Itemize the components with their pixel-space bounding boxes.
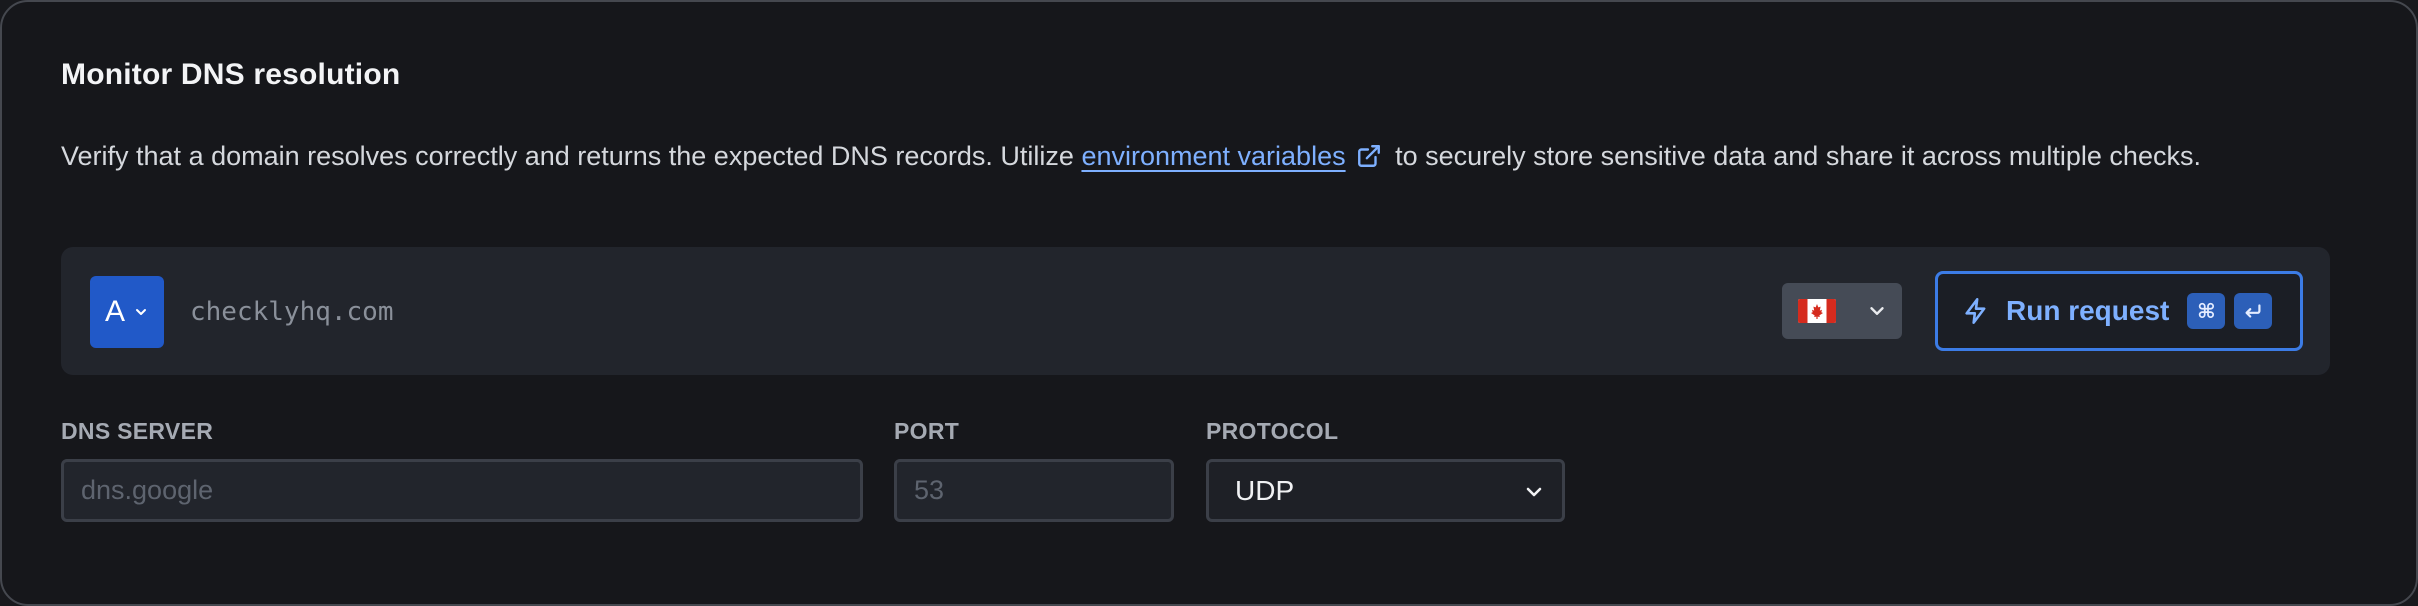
record-type-value: A — [104, 295, 125, 328]
card-title: Monitor DNS resolution — [61, 58, 401, 91]
card-description: Verify that a domain resolves correctly … — [61, 136, 2361, 176]
description-text-start: Verify that a domain resolves correctly … — [61, 141, 1082, 171]
protocol-select[interactable]: UDP — [1206, 459, 1565, 522]
chevron-down-icon — [136, 309, 146, 315]
chevron-down-icon — [1526, 487, 1542, 497]
dns-monitor-card: Monitor DNS resolution Verify that a dom… — [0, 0, 2418, 606]
dns-server-input[interactable] — [61, 459, 863, 522]
lightning-bolt-icon — [1965, 298, 1986, 324]
protocol-value: UDP — [1235, 474, 1295, 506]
domain-input[interactable] — [186, 276, 1686, 348]
port-input[interactable] — [894, 459, 1174, 522]
request-bar: A Run request ⌘ — [61, 247, 2330, 375]
run-request-button[interactable]: Run request ⌘ — [1935, 271, 2303, 351]
dns-server-label: DNS SERVER — [61, 418, 214, 444]
run-request-label: Run request — [2006, 295, 2170, 326]
canada-flag-icon — [1798, 299, 1836, 323]
region-select[interactable] — [1782, 283, 1902, 339]
return-key-badge — [2234, 293, 2273, 329]
port-label: PORT — [894, 418, 960, 444]
protocol-label: PROTOCOL — [1206, 418, 1339, 444]
command-key-badge: ⌘ — [2187, 293, 2226, 329]
description-text-end: to securely store sensitive data and sha… — [1387, 141, 2201, 171]
environment-variables-link[interactable]: environment variables — [1081, 141, 1345, 171]
return-icon — [2245, 304, 2261, 318]
chevron-down-icon — [1870, 307, 1884, 315]
record-type-select[interactable]: A — [90, 276, 164, 348]
external-link-icon[interactable] — [1356, 143, 1382, 169]
